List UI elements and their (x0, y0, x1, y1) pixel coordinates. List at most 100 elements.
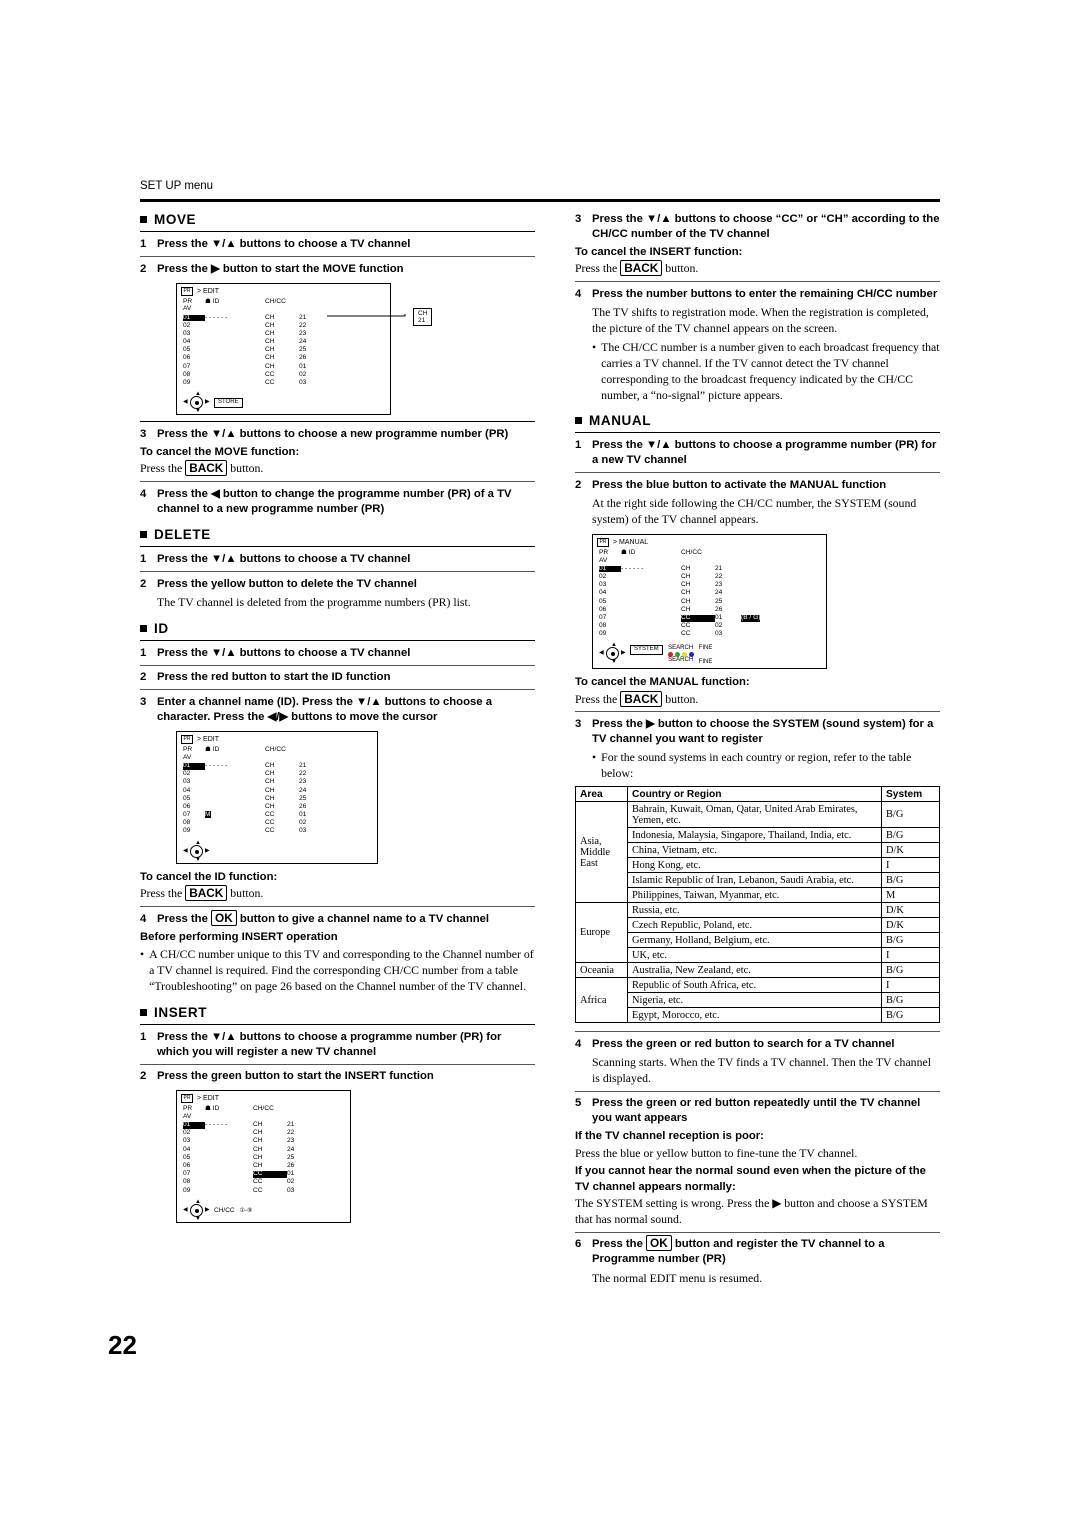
step-number: 1 (140, 1030, 147, 1043)
osd-col-chcc: CH/CC (265, 746, 286, 754)
osd-pr: 06 (183, 1161, 191, 1169)
osd-fine-group: FINE . FINE (699, 645, 713, 665)
osd-ch: CC (265, 370, 275, 378)
table-row: 04 CH 24 (599, 590, 820, 598)
osd-ch: CC (681, 622, 691, 630)
osd-num: 02 (299, 819, 307, 827)
step-text: Press the ▶ button to choose the SYSTEM … (592, 718, 934, 746)
manual-step-1: 1 Press the ▼/▲ buttons to choose a prog… (575, 438, 940, 468)
osd-move-screen: PR > EDIT PR ☗ ID CH/CC AV 01- - - - - -… (176, 282, 433, 416)
osd-ch: CH (265, 313, 275, 321)
table-row: 01- - - - - - CH 21 (183, 1121, 344, 1130)
osd-num: 21 (299, 313, 307, 321)
ok-key: OK (211, 909, 237, 926)
osd-num: 22 (715, 572, 723, 580)
table-row: Germany, Holland, Belgium, etc. B/G (576, 932, 940, 948)
step-number: 3 (140, 696, 147, 709)
osd-col-id: ☗ ID (621, 549, 636, 557)
osd-ch: CC (265, 827, 275, 835)
osd-grid: PR ☗ ID CH/CC AV 01- - - - - - CH 21 02 CH 2… (593, 548, 826, 643)
osd-ch: CH (253, 1145, 263, 1153)
table-row: 01- - - - - - CH 21 (599, 564, 820, 574)
osd-num: 23 (287, 1137, 295, 1145)
table-row: 08 CC 02 (183, 1179, 344, 1187)
osd-rows: 01- - - - - - CH 21 02 CH 22 03 CH 23 04 CH 24 0… (183, 313, 384, 389)
osd-pr: 09 (183, 1186, 191, 1194)
td-country: Indonesia, Malaysia, Singapore, Thailand… (627, 827, 882, 843)
osd-ch: CH (265, 329, 275, 337)
cancel-post: button. (230, 461, 264, 476)
step-text: Press the blue button to activate the MA… (592, 479, 887, 492)
divider (575, 1231, 940, 1233)
step-number: 2 (140, 671, 147, 684)
manual-step-3: 3 Press the ▶ button to choose the SYSTE… (575, 717, 940, 747)
osd-pr: 02 (183, 770, 191, 778)
move-step-1: 1 Press the ▼/▲ buttons to choose a TV c… (140, 237, 535, 252)
osd-bottom-label: CH/CC (214, 1206, 235, 1214)
step-number: 1 (140, 553, 147, 566)
id-cancel-title: To cancel the ID function: (140, 870, 278, 883)
table-row: 04 CH 24 (183, 787, 371, 796)
osd-num: 21 (715, 564, 723, 572)
step-number: 3 (575, 213, 582, 225)
td-country: Hong Kong, etc. (627, 857, 882, 873)
step-number: 3 (140, 428, 147, 441)
td-country: Germany, Holland, Belgium, etc. (627, 932, 882, 948)
osd-footer: ▲ ▼ ◀ ▶ STORE (177, 391, 390, 414)
osd-col-pr: PR (183, 1105, 193, 1113)
osd-pr: 07 (183, 811, 191, 819)
tv-icon: PR (181, 286, 193, 296)
osd-av-label: AV (183, 305, 192, 313)
divider (140, 546, 535, 548)
step-text: Press the ▼/▲ buttons to choose a new pr… (157, 428, 509, 441)
step-text: Press the OK button to give a channel na… (157, 909, 489, 927)
step-pre: Press the (592, 1238, 643, 1251)
osd-av-label: AV (599, 556, 608, 564)
step-number: 2 (140, 577, 147, 590)
delete-step-1: 1 Press the ▼/▲ buttons to choose a TV c… (140, 552, 535, 567)
insert-bullet: • The CH/CC number is a number given to … (592, 340, 940, 404)
osd-num: 25 (299, 794, 307, 802)
table-row: 04 CH 24 (183, 1145, 344, 1155)
osd-head: PR ☗ ID CH/CC (183, 746, 371, 754)
table-row: 02 CH 22 (183, 1130, 344, 1138)
cancel-pre: Press the (575, 261, 618, 276)
table-row: 02 CH 22 (183, 322, 384, 331)
table-row: Egypt, Morocco, etc. B/G (576, 1007, 940, 1023)
td-area: Africa (575, 977, 628, 1023)
table-row: Czech Republic, Poland, etc. D/K (576, 917, 940, 933)
step-text: Press the ▼/▲ buttons to choose “CC” or … (592, 213, 940, 241)
id-step-4: 4 Press the OK button to give a channel … (140, 909, 535, 927)
dpad-icon: ▲ ▼ ◀ ▶ (183, 1198, 210, 1222)
table-row: Hong Kong, etc. I (576, 857, 940, 873)
section-id-title: ID (140, 621, 535, 636)
move-cancel-text: Press the BACK button. (140, 460, 535, 477)
td-country: Bahrain, Kuwait, Oman, Qatar, United Ara… (627, 801, 882, 828)
osd-num: 03 (299, 379, 307, 386)
th-system: System (881, 786, 940, 802)
osd-num: 22 (287, 1129, 295, 1137)
insert-step-2: 2 Press the green button to start the IN… (140, 1069, 535, 1084)
page-header: SET UP menu (140, 180, 214, 192)
td-system: I (881, 947, 940, 963)
osd-pr: 04 (183, 1145, 191, 1153)
osd-num: 03 (715, 630, 723, 638)
ok-key: OK (646, 1235, 672, 1252)
step-number: 2 (140, 1070, 147, 1083)
table-row: 02 CH 22 (183, 771, 371, 779)
manual-cancel-title: To cancel the MANUAL function: (575, 676, 750, 689)
tv-icon: PR (597, 538, 609, 548)
insert-step-4: 4 Press the number buttons to enter the … (575, 287, 940, 302)
cancel-post: button. (665, 261, 699, 276)
osd-col-pr: PR (183, 297, 193, 305)
manual-para: At the right side following the CH/CC nu… (592, 496, 917, 527)
osd-ch: CH (681, 564, 691, 572)
before-insert-bullet: • A CH/CC number unique to this TV and c… (140, 947, 535, 995)
divider (140, 1023, 535, 1025)
insert-step-3: 3 Press the ▼/▲ buttons to choose “CC” o… (575, 212, 940, 242)
step-text: Press the number buttons to enter the re… (592, 287, 938, 300)
table-row: Indonesia, Malaysia, Singapore, Thailand… (576, 827, 940, 843)
divider (140, 664, 535, 666)
osd-pr: 09 (183, 379, 191, 386)
osd-av-label: AV (183, 1112, 192, 1120)
